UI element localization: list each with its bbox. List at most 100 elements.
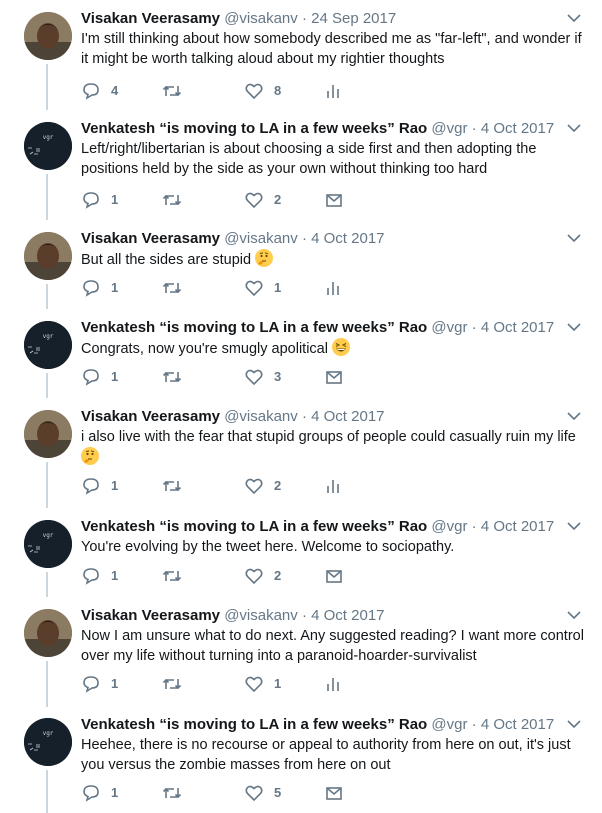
author-handle[interactable]: @vgr <box>431 518 467 535</box>
tweet-header: Venkatesh “is moving to LA in a few week… <box>81 715 562 734</box>
tweet-date[interactable]: 4 Oct 2017 <box>481 319 554 336</box>
avatar[interactable] <box>24 12 72 60</box>
separator: · <box>301 607 307 624</box>
separator: · <box>471 716 477 733</box>
tweet-text-content: But all the sides are stupid <box>81 252 252 268</box>
tweet[interactable]: vgr Venkatesh “is moving to LA in a few … <box>0 309 602 398</box>
chevron-down-icon[interactable] <box>566 609 582 621</box>
tweet-text-content: I'm still thinking about how somebody de… <box>81 31 582 67</box>
avatar[interactable]: vgr <box>24 718 72 766</box>
tweet-date[interactable]: 4 Oct 2017 <box>311 230 384 247</box>
reply-count: 1 <box>111 280 119 295</box>
tweet-text-content: Left/right/libertarian is about choosing… <box>81 141 537 177</box>
reply-count: 1 <box>111 785 119 800</box>
author-handle[interactable]: @visakanv <box>224 607 298 624</box>
reply-icon <box>83 192 99 209</box>
heart-icon <box>245 280 263 297</box>
retweet-icon <box>162 371 182 383</box>
avatar[interactable] <box>24 609 72 657</box>
reply-icon <box>83 478 99 495</box>
avatar-label: vgr <box>43 730 54 737</box>
author-name[interactable]: Visakan Veerasamy <box>81 230 220 247</box>
avatar[interactable]: vgr <box>24 520 72 568</box>
chevron-down-icon[interactable] <box>566 410 582 422</box>
tweet[interactable]: Visakan Veerasamy @visakanv · 24 Sep 201… <box>0 0 602 110</box>
avatar[interactable]: vgr <box>24 122 72 170</box>
like-count: 2 <box>274 478 282 493</box>
retweet-icon <box>162 570 182 582</box>
reply-icon <box>83 369 99 386</box>
tweet-text: You're evolving by the tweet here. Welco… <box>81 537 591 557</box>
author-name[interactable]: Visakan Veerasamy <box>81 10 220 27</box>
tweet-text-content: You're evolving by the tweet here. Welco… <box>81 539 455 555</box>
tweet[interactable]: Visakan Veerasamy @visakanv · 4 Oct 2017… <box>0 220 602 309</box>
tweet-text: i also live with the fear that stupid gr… <box>81 427 591 468</box>
retweet-icon <box>162 787 182 799</box>
author-handle[interactable]: @visakanv <box>224 230 298 247</box>
separator: · <box>471 120 477 137</box>
avatar[interactable]: vgr <box>24 321 72 369</box>
tweet-header: Visakan Veerasamy @visakanv · 24 Sep 201… <box>81 9 562 28</box>
author-handle[interactable]: @visakanv <box>224 10 298 27</box>
analytics-icon <box>327 678 339 691</box>
heart-icon <box>245 369 263 386</box>
chevron-down-icon[interactable] <box>566 321 582 333</box>
tweet-date[interactable]: 4 Oct 2017 <box>311 607 384 624</box>
tweet-date[interactable]: 4 Oct 2017 <box>481 518 554 535</box>
author-handle[interactable]: @vgr <box>431 319 467 336</box>
author-name[interactable]: Venkatesh “is moving to LA in a few week… <box>81 319 427 336</box>
tweet-date[interactable]: 4 Oct 2017 <box>311 408 384 425</box>
tweet-date[interactable]: 4 Oct 2017 <box>481 716 554 733</box>
thread-line <box>46 462 48 508</box>
author-handle[interactable]: @vgr <box>431 120 467 137</box>
author-name[interactable]: Venkatesh “is moving to LA in a few week… <box>81 120 427 137</box>
reply-count: 1 <box>111 568 119 583</box>
tweet-header: Venkatesh “is moving to LA in a few week… <box>81 517 562 536</box>
chevron-down-icon[interactable] <box>566 232 582 244</box>
like-count: 2 <box>274 192 282 207</box>
tweet-text-content: Heehee, there is no recourse or appeal t… <box>81 737 571 773</box>
reply-count: 4 <box>111 83 119 98</box>
tweet-date[interactable]: 24 Sep 2017 <box>311 10 396 27</box>
grinning-squinting-face-icon <box>332 338 350 356</box>
tweet-thread: Visakan Veerasamy @visakanv · 24 Sep 201… <box>0 0 602 813</box>
heart-icon <box>245 83 263 100</box>
chevron-down-icon[interactable] <box>566 718 582 730</box>
avatar-label: vgr <box>43 134 54 141</box>
author-name[interactable]: Venkatesh “is moving to LA in a few week… <box>81 716 427 733</box>
chevron-down-icon[interactable] <box>566 122 582 134</box>
tweet-header: Venkatesh “is moving to LA in a few week… <box>81 119 562 138</box>
separator: · <box>471 319 477 336</box>
retweet-icon <box>162 282 182 294</box>
retweet-icon <box>162 85 182 97</box>
tweet[interactable]: Visakan Veerasamy @visakanv · 4 Oct 2017… <box>0 398 602 508</box>
tweet[interactable]: vgr Venkatesh “is moving to LA in a few … <box>0 110 602 220</box>
chevron-down-icon[interactable] <box>566 520 582 532</box>
tweet[interactable]: vgr Venkatesh “is moving to LA in a few … <box>0 706 602 813</box>
author-name[interactable]: Venkatesh “is moving to LA in a few week… <box>81 518 427 535</box>
reply-icon <box>83 280 99 297</box>
author-name[interactable]: Visakan Veerasamy <box>81 607 220 624</box>
thinking-face-icon <box>255 249 274 267</box>
like-count: 2 <box>274 568 282 583</box>
avatar[interactable] <box>24 232 72 280</box>
author-handle[interactable]: @visakanv <box>224 408 298 425</box>
author-name[interactable]: Visakan Veerasamy <box>81 408 220 425</box>
tweet-text: I'm still thinking about how somebody de… <box>81 29 591 69</box>
reply-count: 1 <box>111 192 119 207</box>
tweet[interactable]: Visakan Veerasamy @visakanv · 4 Oct 2017… <box>0 597 602 707</box>
thread-line <box>46 572 48 597</box>
reply-icon <box>83 785 99 802</box>
chevron-down-icon[interactable] <box>566 12 582 24</box>
avatar[interactable] <box>24 410 72 458</box>
reply-icon <box>83 83 99 100</box>
tweet[interactable]: vgr Venkatesh “is moving to LA in a few … <box>0 508 602 597</box>
thread-line <box>46 174 48 220</box>
tweet-header: Visakan Veerasamy @visakanv · 4 Oct 2017 <box>81 407 562 426</box>
like-count: 1 <box>274 280 282 295</box>
heart-icon <box>245 192 263 209</box>
author-handle[interactable]: @vgr <box>431 716 467 733</box>
like-count: 3 <box>274 369 282 384</box>
analytics-icon <box>327 480 339 493</box>
tweet-date[interactable]: 4 Oct 2017 <box>481 120 554 137</box>
